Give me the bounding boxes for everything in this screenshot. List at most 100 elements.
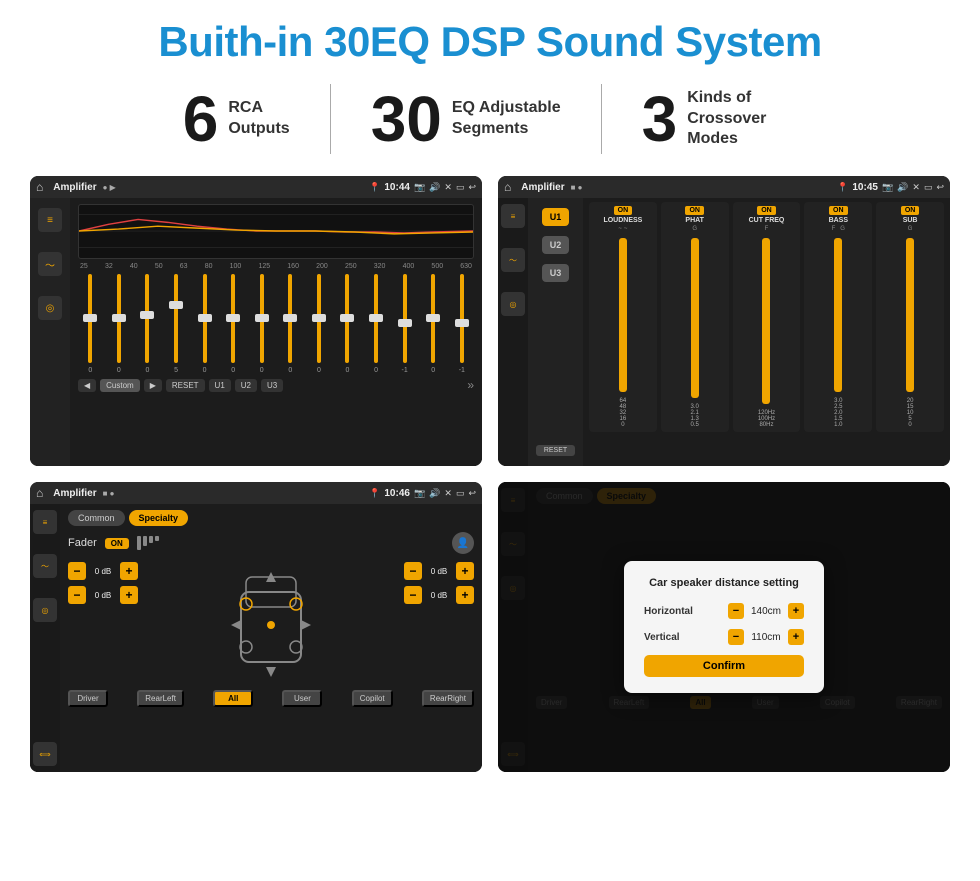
right-front-minus[interactable]: − — [404, 562, 422, 580]
back-icon-1: ↩ — [468, 182, 476, 193]
u1-btn-1[interactable]: U1 — [209, 379, 231, 392]
copilot-btn[interactable]: Copilot — [352, 690, 393, 707]
left-rear-minus[interactable]: − — [68, 586, 86, 604]
home-icon-2[interactable] — [504, 180, 511, 194]
rect-icon-3: ▭ — [456, 488, 465, 499]
slider-6[interactable]: 0 — [249, 274, 274, 374]
phat-slider[interactable] — [691, 238, 699, 398]
rearLeft-btn[interactable]: RearLeft — [137, 690, 184, 707]
fader-header: Fader ON 👤 — [68, 532, 474, 554]
eq-icon-3[interactable]: ≡ — [33, 510, 57, 534]
sub-slider[interactable] — [906, 238, 914, 392]
right-front-plus[interactable]: + — [456, 562, 474, 580]
vertical-plus[interactable]: + — [788, 629, 804, 645]
phat-val: 3.02.11.30.5 — [691, 404, 699, 428]
wave-icon-3[interactable]: 〜 — [33, 554, 57, 578]
tab-common[interactable]: Common — [68, 510, 125, 526]
driver-btn[interactable]: Driver — [68, 690, 108, 707]
left-front-plus[interactable]: + — [120, 562, 138, 580]
loudness-slider[interactable] — [619, 238, 627, 392]
slider-9[interactable]: 0 — [335, 274, 360, 374]
screen1-title: Amplifier — [53, 182, 96, 193]
loudness-on[interactable]: ON — [614, 206, 633, 215]
slider-2[interactable]: 0 — [135, 274, 160, 374]
left-front-minus[interactable]: − — [68, 562, 86, 580]
loudness-val: 644832160 — [620, 398, 627, 428]
xover-phat: ON PHAT G 3.02.11.30.5 — [661, 202, 729, 432]
home-icon-3[interactable] — [36, 486, 43, 500]
left-rear-plus[interactable]: + — [120, 586, 138, 604]
right-rear-plus[interactable]: + — [456, 586, 474, 604]
slider-1[interactable]: 0 — [107, 274, 132, 374]
right-rear-minus[interactable]: − — [404, 586, 422, 604]
bass-on[interactable]: ON — [829, 206, 848, 215]
xover-bass: ON BASS F G 3.02.52.01.51.0 — [804, 202, 872, 432]
wave-icon-1[interactable]: 〜 — [38, 252, 62, 276]
horizontal-row: Horizontal − 140cm + — [644, 603, 804, 619]
slider-3[interactable]: 5 — [164, 274, 189, 374]
user-btn[interactable]: User — [282, 690, 322, 707]
back-icon-2: ↩ — [936, 182, 944, 193]
horizontal-label: Horizontal — [644, 606, 693, 617]
slider-11[interactable]: -1 — [392, 274, 417, 374]
wave-icon-2[interactable]: 〜 — [501, 248, 525, 272]
slider-7[interactable]: 0 — [278, 274, 303, 374]
u2-select[interactable]: U2 — [542, 236, 570, 254]
confirm-button[interactable]: Confirm — [644, 655, 804, 677]
slider-13[interactable]: -1 — [450, 274, 475, 374]
all-btn[interactable]: All — [213, 690, 253, 707]
left-front-val: 0 dB — [89, 567, 117, 576]
tab-specialty[interactable]: Specialty — [129, 510, 189, 526]
reset-btn-1[interactable]: RESET — [166, 379, 205, 392]
speaker-icon-3[interactable]: ◎ — [33, 598, 57, 622]
location-icon-1: 📍 — [369, 182, 380, 193]
phat-name: PHAT — [685, 217, 704, 224]
status-dots-1: ● ▶ — [103, 183, 116, 192]
custom-btn[interactable]: Custom — [100, 379, 140, 392]
slider-5[interactable]: 0 — [221, 274, 246, 374]
horizontal-minus[interactable]: − — [728, 603, 744, 619]
vertical-label: Vertical — [644, 632, 680, 643]
slider-10[interactable]: 0 — [364, 274, 389, 374]
cutfreq-on[interactable]: ON — [757, 206, 776, 215]
xover-loudness: ON LOUDNESS ~~ 644832160 — [589, 202, 657, 432]
expand-icon-3[interactable]: ⟺ — [33, 742, 57, 766]
eq-icon-2[interactable]: ≡ — [501, 204, 525, 228]
reset-btn-2[interactable]: RESET — [536, 445, 575, 456]
phat-on[interactable]: ON — [685, 206, 704, 215]
play-btn[interactable]: ▶ — [144, 379, 162, 392]
sub-on[interactable]: ON — [901, 206, 920, 215]
cutfreq-slider[interactable] — [762, 238, 770, 404]
location-icon-3: 📍 — [369, 488, 380, 499]
u1-select[interactable]: U1 — [542, 208, 570, 226]
stat-eq-label: EQ AdjustableSegments — [452, 98, 561, 140]
speaker-icon-2[interactable]: ◎ — [501, 292, 525, 316]
slider-0[interactable]: 0 — [78, 274, 103, 374]
bass-slider[interactable] — [834, 238, 842, 392]
u3-select[interactable]: U3 — [542, 264, 570, 282]
eq-freq-labels: 2532405063 80100125160200 25032040050063… — [78, 263, 474, 270]
slider-8[interactable]: 0 — [307, 274, 332, 374]
bass-val: 3.02.52.01.51.0 — [834, 398, 842, 428]
fader-on-badge[interactable]: ON — [105, 538, 129, 549]
horizontal-plus[interactable]: + — [788, 603, 804, 619]
slider-4[interactable]: 0 — [192, 274, 217, 374]
cutfreq-name: CUT FREQ — [749, 217, 785, 224]
u3-btn-1[interactable]: U3 — [261, 379, 283, 392]
status-right-1: 📍 10:44 📷 🔊 ✕ ▭ ↩ — [369, 182, 476, 193]
x-icon-2: ✕ — [912, 182, 920, 193]
slider-12[interactable]: 0 — [421, 274, 446, 374]
rearRight-btn[interactable]: RearRight — [422, 690, 474, 707]
vertical-minus[interactable]: − — [728, 629, 744, 645]
home-icon-1[interactable] — [36, 180, 43, 194]
prev-btn[interactable]: ◀ — [78, 379, 96, 392]
speaker-icon-1[interactable]: ◎ — [38, 296, 62, 320]
car-diagram-container — [146, 562, 396, 682]
screen3-time: 10:46 — [384, 488, 410, 499]
u2-btn-1[interactable]: U2 — [235, 379, 257, 392]
eq-icon-1[interactable]: ≡ — [38, 208, 62, 232]
screen2-time: 10:45 — [852, 182, 878, 193]
fader-bars — [137, 536, 159, 550]
side-icons-1: ≡ 〜 ◎ — [30, 198, 70, 466]
screen-crossover: Amplifier ■ ● 📍 10:45 📷 🔊 ✕ ▭ ↩ ≡ 〜 ◎ — [498, 176, 950, 466]
